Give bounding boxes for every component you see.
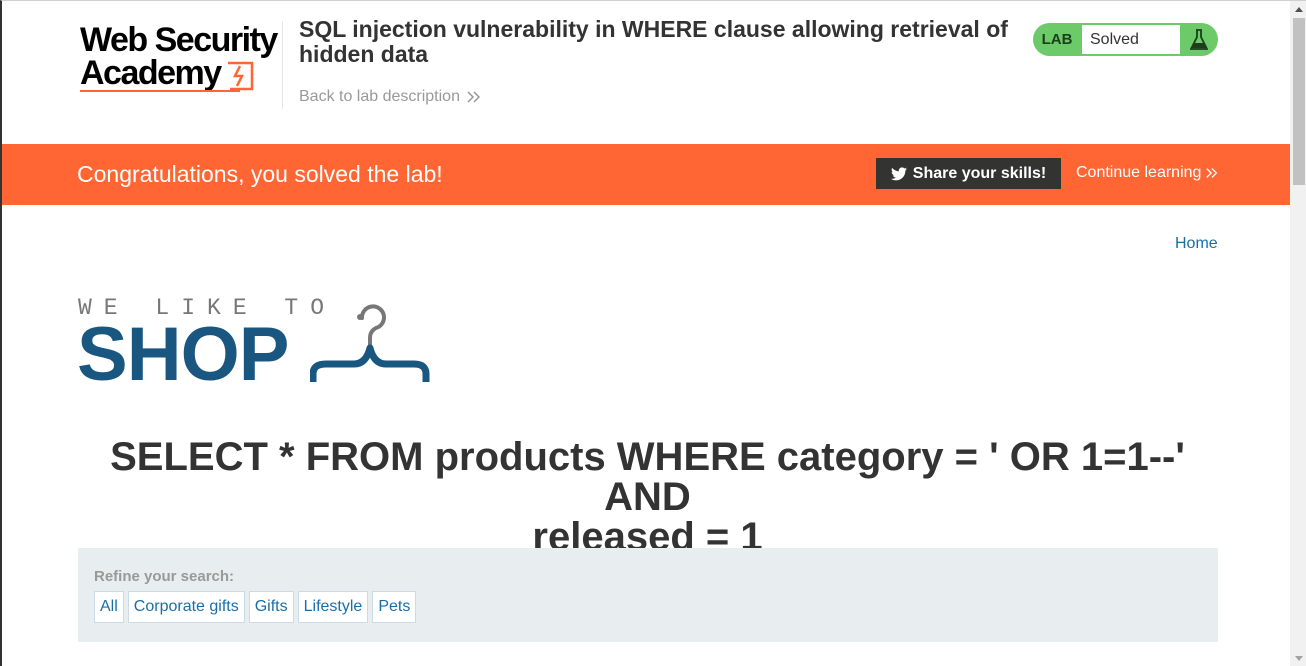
scroll-down-arrow-icon[interactable] <box>1295 656 1303 661</box>
lab-title: SQL injection vulnerability in WHERE cla… <box>299 16 1008 67</box>
hanger-icon <box>310 304 430 382</box>
logo-bolt-icon <box>228 61 254 91</box>
filter-category-all[interactable]: All <box>94 591 124 623</box>
back-to-lab-description-link[interactable]: Back to lab description <box>299 88 482 106</box>
header-divider <box>282 21 283 109</box>
home-link[interactable]: Home <box>1175 235 1218 253</box>
filter-category-corporate-gifts[interactable]: Corporate gifts <box>127 591 245 623</box>
flask-icon <box>1181 23 1217 56</box>
lab-status-value: Solved <box>1081 24 1181 55</box>
scroll-up-arrow-icon[interactable] <box>1295 7 1303 12</box>
category-filter-list: All Corporate gifts Gifts Lifestyle Pets <box>94 591 417 623</box>
continue-learning-link[interactable]: Continue learning <box>1076 164 1219 182</box>
scrollbar-thumb[interactable] <box>1293 18 1305 185</box>
solved-banner: Congratulations, you solved the lab! Sha… <box>2 144 1290 205</box>
we-like-to-shop-logo: WE LIKE TO SHOP <box>77 295 437 395</box>
double-chevron-right-icon <box>467 91 481 103</box>
share-skills-button[interactable]: Share your skills! <box>876 158 1061 189</box>
sql-query-line-1: SELECT * FROM products WHERE category = … <box>110 435 1185 519</box>
continue-learning-label: Continue learning <box>1076 164 1202 181</box>
back-link-label: Back to lab description <box>299 88 460 105</box>
logo-underline <box>80 90 240 92</box>
lab-status-widget: LAB Solved <box>1033 23 1218 56</box>
lab-tag: LAB <box>1041 31 1073 48</box>
filter-category-pets[interactable]: Pets <box>372 591 417 623</box>
sql-query-heading: SELECT * FROM products WHERE category = … <box>77 437 1218 557</box>
logo-line-2: Academy <box>80 54 222 92</box>
filter-category-lifestyle[interactable]: Lifestyle <box>297 591 369 623</box>
browser-viewport: Web Security Academy SQL injection vulne… <box>0 0 1306 666</box>
lab-header: Web Security Academy SQL injection vulne… <box>2 1 1290 144</box>
congratulations-message: Congratulations, you solved the lab! <box>77 161 443 187</box>
refine-search-panel: Refine your search: All Corporate gifts … <box>78 548 1218 642</box>
share-button-label: Share your skills! <box>912 164 1047 182</box>
shop-logo-word: SHOP <box>77 312 289 397</box>
web-security-academy-logo[interactable]: Web Security Academy <box>80 23 280 95</box>
refine-search-label: Refine your search: <box>94 568 235 585</box>
vertical-scrollbar[interactable] <box>1290 1 1306 666</box>
double-chevron-right-icon <box>1206 168 1218 178</box>
logo-line-1: Web Security <box>80 21 278 59</box>
twitter-icon <box>890 166 907 180</box>
filter-category-gifts[interactable]: Gifts <box>248 591 294 623</box>
